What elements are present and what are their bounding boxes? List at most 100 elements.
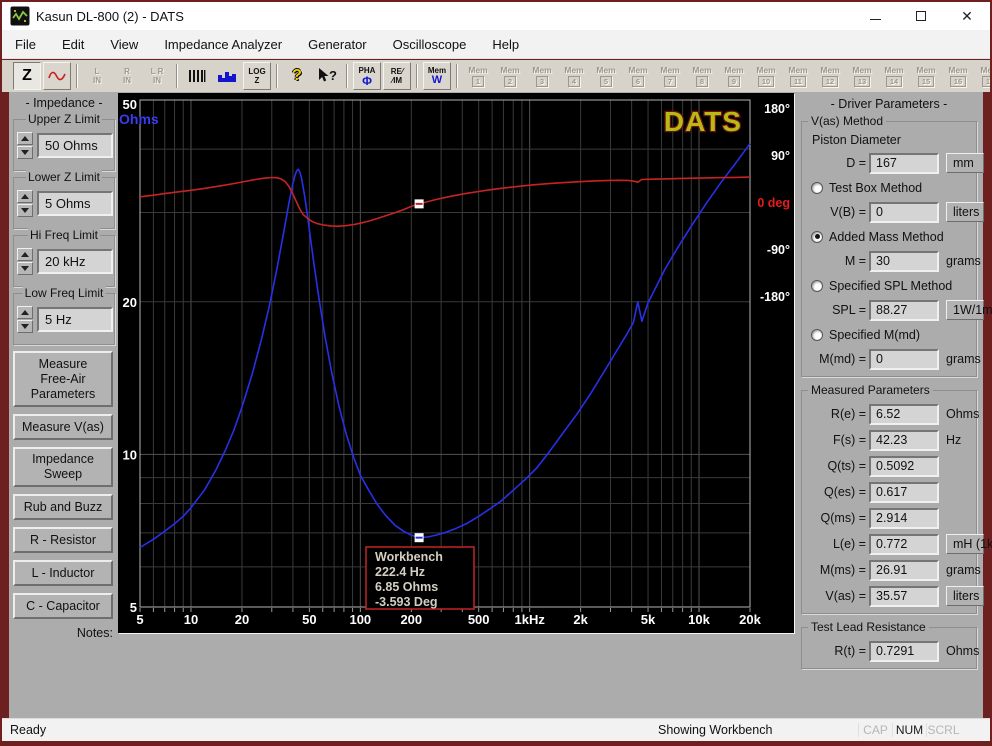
toolbar-mem-15-button[interactable]: Mem15 xyxy=(911,62,941,90)
radio-test-box-method[interactable] xyxy=(811,182,823,194)
limit-value-field[interactable]: 20 kHz xyxy=(37,249,113,274)
toolbar-mem-17-button[interactable]: Mem17 xyxy=(975,62,990,90)
toolbar-context-help-button[interactable]: ? xyxy=(313,62,341,90)
parameter-value-field[interactable]: 167 xyxy=(869,153,939,174)
toolbar-generator-sine-button[interactable] xyxy=(43,62,71,90)
toolbar-memory-workbench-button[interactable]: MemW xyxy=(423,62,451,90)
action-button-rub-and-buzz[interactable]: Rub and Buzz xyxy=(13,494,113,520)
close-button[interactable]: ✕ xyxy=(944,2,990,30)
parameter-value-field[interactable]: 26.91 xyxy=(869,560,939,581)
toolbar-left-right-input-button[interactable]: L RIN xyxy=(143,62,171,90)
maximize-button[interactable] xyxy=(898,2,944,30)
toolbar-spectrum-display-button[interactable] xyxy=(213,62,241,90)
action-button-measure[interactable]: Measure Free-Air Parameters xyxy=(13,351,113,407)
toolbar-phase-display-button[interactable]: PHAΦ xyxy=(353,62,381,90)
action-button-impedance[interactable]: Impedance Sweep xyxy=(13,447,113,487)
radio-added-mass-method[interactable] xyxy=(811,231,823,243)
menu-item-edit[interactable]: Edit xyxy=(49,30,97,58)
parameter-value-field[interactable]: 30 xyxy=(869,251,939,272)
toolbar-help-button[interactable]: ? xyxy=(283,62,311,90)
toolbar-tone-keyboard-button[interactable] xyxy=(183,62,211,90)
unit-selector[interactable]: liters xyxy=(946,586,984,606)
limit-value-field[interactable]: 50 Ohms xyxy=(37,133,113,158)
chart-canvas[interactable]: 51020501002005001kHz2k5k10k20k5020105Ohm… xyxy=(118,93,794,633)
spin-down-button[interactable] xyxy=(17,262,33,275)
action-button-r-resistor[interactable]: R - Resistor xyxy=(13,527,113,553)
unit-selector[interactable]: mH (1k) xyxy=(946,534,984,554)
parameter-value-field[interactable]: 0 xyxy=(869,202,939,223)
toolbar-impedance-magnitude-button[interactable]: Z xyxy=(13,62,41,90)
spin-up-button[interactable] xyxy=(17,190,33,203)
toolbar-mem-7-button[interactable]: Mem7 xyxy=(655,62,685,90)
toolbar-mem-10-button[interactable]: Mem10 xyxy=(751,62,781,90)
parameter-label: M = xyxy=(806,254,866,268)
parameter-value-field[interactable]: 35.57 xyxy=(869,586,939,607)
menu-item-view[interactable]: View xyxy=(97,30,151,58)
parameter-value-field[interactable]: 42.23 xyxy=(869,430,939,451)
spinner xyxy=(17,306,33,334)
unit-selector[interactable]: mm xyxy=(946,153,984,173)
maximize-icon xyxy=(916,11,926,21)
radio-specified-spl-method[interactable] xyxy=(811,280,823,292)
parameter-value-field[interactable]: 88.27 xyxy=(869,300,939,321)
toolbar-mem-12-button[interactable]: Mem12 xyxy=(815,62,845,90)
toolbar-mem-13-button[interactable]: Mem13 xyxy=(847,62,877,90)
unit-selector[interactable]: 1W/1m xyxy=(946,300,984,320)
parameter-value-field[interactable]: 0.5092 xyxy=(869,456,939,477)
toolbar-log-z-scale-button[interactable]: LOGZ xyxy=(243,62,271,90)
toolbar-mem-16-button[interactable]: Mem16 xyxy=(943,62,973,90)
toolbar-right-input-button[interactable]: RIN xyxy=(113,62,141,90)
parameter-value-field[interactable]: 2.914 xyxy=(869,508,939,529)
toolbar-real-imaginary-button[interactable]: RE⁄⁄IM xyxy=(383,62,411,90)
parameter-value-field[interactable]: 0.772 xyxy=(869,534,939,555)
toolbar-left-input-button[interactable]: LIN xyxy=(83,62,111,90)
menu-item-help[interactable]: Help xyxy=(479,30,532,58)
impedance-chart[interactable]: 51020501002005001kHz2k5k10k20k5020105Ohm… xyxy=(118,93,794,633)
cursor-marker-impedance[interactable] xyxy=(415,533,424,542)
limit-group-4: Low Freq Limit5 Hz xyxy=(13,293,115,345)
menu-item-file[interactable]: File xyxy=(2,30,49,58)
toolbar-mem-2-button[interactable]: Mem2 xyxy=(495,62,525,90)
limit-value-field[interactable]: 5 Ohms xyxy=(37,191,113,216)
toolbar-mem-3-button[interactable]: Mem3 xyxy=(527,62,557,90)
toolbar-mem-11-button[interactable]: Mem11 xyxy=(783,62,813,90)
menu-item-oscilloscope[interactable]: Oscilloscope xyxy=(380,30,480,58)
unit-selector[interactable]: liters xyxy=(946,202,984,222)
parameter-label: V(B) = xyxy=(806,205,866,219)
parameter-value-field[interactable]: 0.7291 xyxy=(869,641,939,662)
svg-text:0 deg: 0 deg xyxy=(757,196,790,210)
toolbar-mem-14-button[interactable]: Mem14 xyxy=(879,62,909,90)
svg-text:Workbench: Workbench xyxy=(375,550,443,564)
cursor-marker-phase[interactable] xyxy=(415,199,424,208)
action-button-measure-v-as-[interactable]: Measure V(as) xyxy=(13,414,113,440)
toolbar-mem-5-button[interactable]: Mem5 xyxy=(591,62,621,90)
spin-up-button[interactable] xyxy=(17,248,33,261)
toolbar-mem-9-button[interactable]: Mem9 xyxy=(719,62,749,90)
measured-parameters-group-legend: Measured Parameters xyxy=(808,383,933,397)
menu-item-impedance-analyzer[interactable]: Impedance Analyzer xyxy=(151,30,295,58)
status-indicators: CAPNUMSCRL xyxy=(858,723,960,737)
spin-up-button[interactable] xyxy=(17,306,33,319)
parameter-label: SPL = xyxy=(806,303,866,317)
spin-up-button[interactable] xyxy=(17,132,33,145)
parameter-value-field[interactable]: 0.617 xyxy=(869,482,939,503)
parameter-value-field[interactable]: 0 xyxy=(869,349,939,370)
action-button-l-inductor[interactable]: L - Inductor xyxy=(13,560,113,586)
parameter-row: F(s) =42.23Hz xyxy=(806,427,972,453)
spin-down-button[interactable] xyxy=(17,320,33,333)
toolbar-mem-6-button[interactable]: Mem6 xyxy=(623,62,653,90)
test-lead-resistance-group-legend: Test Lead Resistance xyxy=(808,620,929,634)
action-button-c-capacitor[interactable]: C - Capacitor xyxy=(13,593,113,619)
toolbar-mem-8-button[interactable]: Mem8 xyxy=(687,62,717,90)
menu-item-generator[interactable]: Generator xyxy=(295,30,380,58)
spin-down-button[interactable] xyxy=(17,146,33,159)
minimize-button[interactable] xyxy=(852,2,898,30)
parameter-value-field[interactable]: 6.52 xyxy=(869,404,939,425)
radio-specified-m-md-[interactable] xyxy=(811,329,823,341)
limit-value-field[interactable]: 5 Hz xyxy=(37,307,113,332)
app-icon xyxy=(10,6,30,26)
toolbar-mem-1-button[interactable]: Mem1 xyxy=(463,62,493,90)
svg-text:100: 100 xyxy=(349,612,371,627)
spin-down-button[interactable] xyxy=(17,204,33,217)
toolbar-mem-4-button[interactable]: Mem4 xyxy=(559,62,589,90)
